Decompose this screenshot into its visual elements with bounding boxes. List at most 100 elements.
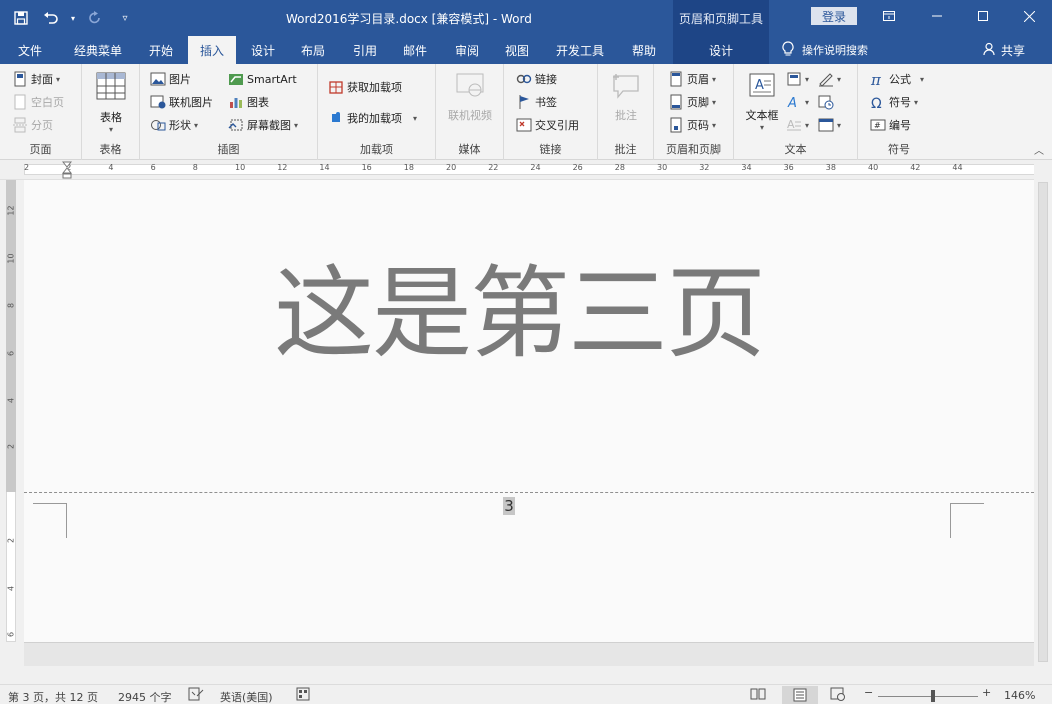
smartart-icon bbox=[228, 71, 244, 87]
number-button[interactable]: # 编号 bbox=[870, 115, 911, 135]
omega-icon: Ω bbox=[870, 94, 886, 112]
screenshot-button[interactable]: 屏幕截图 ▾ bbox=[228, 115, 298, 135]
ruler-tick-label: 20 bbox=[446, 163, 457, 172]
tab-review[interactable]: 审阅 bbox=[446, 36, 488, 64]
shapes-button[interactable]: 形状 ▾ bbox=[150, 115, 198, 135]
share-button[interactable]: 共享 bbox=[983, 36, 1025, 64]
tab-file[interactable]: 文件 bbox=[8, 36, 52, 64]
ruler-tick-label: 2 bbox=[24, 163, 30, 172]
cover-page-button[interactable]: 封面 ▾ bbox=[12, 69, 60, 89]
footer-button[interactable]: 页脚 ▾ bbox=[668, 92, 716, 112]
tab-design[interactable]: 设计 bbox=[242, 36, 284, 64]
undo-dropdown-icon[interactable]: ▾ bbox=[68, 6, 78, 30]
zoom-out-button[interactable]: − bbox=[864, 686, 873, 699]
word-count[interactable]: 2945 个字 bbox=[118, 689, 172, 704]
tab-developer[interactable]: 开发工具 bbox=[548, 36, 612, 64]
online-pictures-button[interactable]: 联机图片 bbox=[150, 92, 213, 112]
tab-view[interactable]: 视图 bbox=[496, 36, 538, 64]
group-label-header-footer: 页眉和页脚 bbox=[666, 143, 721, 156]
header-button[interactable]: 页眉 ▾ bbox=[668, 69, 716, 89]
cross-reference-button[interactable]: 交叉引用 bbox=[516, 115, 579, 135]
online-video-button[interactable]: 联机视频 bbox=[442, 72, 498, 123]
vruler-tick-label: 2 bbox=[6, 443, 16, 450]
get-addins-button[interactable]: 获取加载项 bbox=[328, 77, 402, 97]
my-addins-button[interactable]: 我的加载项 ▾ bbox=[328, 108, 417, 128]
page-heading[interactable]: 这是第三页 bbox=[274, 232, 766, 377]
tab-classic-menu[interactable]: 经典菜单 bbox=[62, 36, 134, 64]
svg-text:A: A bbox=[755, 78, 764, 93]
page-break-button[interactable]: 分页 bbox=[12, 115, 53, 135]
tab-layout[interactable]: 布局 bbox=[292, 36, 334, 64]
web-layout-icon[interactable] bbox=[830, 687, 846, 704]
date-time-button[interactable] bbox=[818, 92, 834, 112]
comment-button[interactable]: 批注 bbox=[604, 72, 648, 123]
minimize-icon[interactable] bbox=[914, 0, 960, 32]
drop-cap-button[interactable]: A ▾ bbox=[786, 115, 809, 135]
maximize-icon[interactable] bbox=[960, 0, 1006, 32]
ribbon-display-options-icon[interactable] bbox=[866, 0, 912, 32]
online-picture-icon bbox=[150, 94, 166, 110]
read-mode-icon[interactable] bbox=[750, 687, 766, 704]
smartart-button[interactable]: SmartArt bbox=[228, 69, 297, 89]
margin-corner-left bbox=[33, 503, 67, 538]
person-icon bbox=[983, 42, 997, 59]
page-count[interactable]: 第 3 页，共 12 页 bbox=[8, 689, 98, 704]
blank-page-button[interactable]: 空白页 bbox=[12, 92, 64, 112]
undo-icon[interactable] bbox=[38, 6, 64, 30]
close-icon[interactable] bbox=[1006, 0, 1052, 32]
pictures-button[interactable]: 图片 bbox=[150, 69, 191, 89]
date-time-icon bbox=[818, 94, 834, 110]
number-icon: # bbox=[870, 117, 886, 133]
language[interactable]: 英语(美国) bbox=[220, 689, 273, 704]
vertical-ruler[interactable]: 12 10 8 6 4 2 2 4 6 bbox=[0, 180, 24, 642]
textbox-button[interactable]: A 文本框 ▾ bbox=[740, 72, 784, 132]
tell-me-text: 操作说明搜索 bbox=[802, 44, 868, 57]
vertical-scrollbar-thumb[interactable] bbox=[1038, 182, 1048, 662]
group-media: 联机视频 媒体 bbox=[436, 64, 504, 160]
footer-icon bbox=[668, 94, 684, 110]
login-button[interactable]: 登录 bbox=[811, 7, 857, 25]
redo-icon[interactable] bbox=[82, 6, 108, 30]
horizontal-scrollbar[interactable] bbox=[24, 642, 1034, 666]
zoom-slider[interactable] bbox=[878, 696, 978, 697]
table-icon bbox=[96, 72, 126, 103]
tab-references[interactable]: 引用 bbox=[344, 36, 386, 64]
group-symbols: π 公式 ▾ Ω 符号 ▾ # 编号 符号 bbox=[858, 64, 940, 160]
print-layout-icon[interactable] bbox=[782, 686, 818, 704]
chart-button[interactable]: 图表 bbox=[228, 92, 269, 112]
object-button[interactable]: ▾ bbox=[818, 115, 841, 135]
collapse-ribbon-icon[interactable]: ︿ bbox=[1034, 142, 1044, 157]
symbol-button[interactable]: Ω 符号 ▾ bbox=[870, 92, 918, 112]
zoom-slider-thumb[interactable] bbox=[931, 690, 935, 702]
save-icon[interactable] bbox=[8, 6, 34, 30]
table-button[interactable]: 表格 ▾ bbox=[94, 72, 128, 134]
tab-header-footer-design[interactable]: 设计 bbox=[673, 36, 769, 64]
tell-me-search[interactable]: 操作说明搜索 bbox=[782, 36, 868, 64]
group-tables: 表格 ▾ 表格 bbox=[82, 64, 140, 160]
group-text: A 文本框 ▾ ▾ A ▾ A ▾ ▾ ▾ 文本 bbox=[734, 64, 858, 160]
tab-home[interactable]: 开始 bbox=[140, 36, 182, 64]
proofing-icon[interactable] bbox=[188, 687, 204, 704]
macro-recording-icon[interactable] bbox=[296, 687, 310, 704]
footer-page-number[interactable]: 3 bbox=[503, 497, 515, 515]
vertical-scrollbar[interactable] bbox=[1034, 160, 1052, 666]
svg-text:A: A bbox=[787, 118, 795, 131]
quick-parts-button[interactable]: ▾ bbox=[786, 69, 809, 89]
tab-help[interactable]: 帮助 bbox=[622, 36, 666, 64]
wordart-button[interactable]: A ▾ bbox=[786, 92, 809, 112]
page-number-button[interactable]: 页码 ▾ bbox=[668, 115, 716, 135]
zoom-in-button[interactable]: + bbox=[982, 686, 991, 699]
signature-line-button[interactable]: ▾ bbox=[818, 69, 841, 89]
zoom-level[interactable]: 146% bbox=[1004, 689, 1035, 702]
indent-marker-icon[interactable] bbox=[61, 161, 73, 179]
signature-icon bbox=[818, 71, 834, 87]
tab-mailings[interactable]: 邮件 bbox=[394, 36, 436, 64]
document-page[interactable]: 这是第三页 3 bbox=[24, 180, 1034, 642]
horizontal-ruler[interactable]: 2 2 4 6 8 10 12 14 16 18 20 22 24 26 28 30 32 34 36 38 40 42 4… bbox=[0, 160, 1052, 180]
tab-insert[interactable]: 插入 bbox=[188, 36, 236, 64]
ruler-tick-label: 22 bbox=[488, 163, 499, 172]
link-button[interactable]: 链接 bbox=[516, 69, 557, 89]
customize-qat-icon[interactable]: ▿ bbox=[112, 6, 138, 30]
bookmark-button[interactable]: 书签 bbox=[516, 92, 557, 112]
equation-button[interactable]: π 公式 ▾ bbox=[870, 69, 924, 89]
